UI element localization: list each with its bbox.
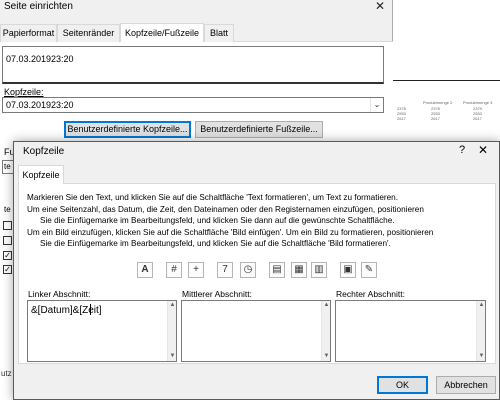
center-section-label: Mittlerer Abschnitt: bbox=[182, 289, 252, 299]
header-dialog-tabbar: Kopfzeile bbox=[18, 165, 496, 184]
center-section-editor[interactable] bbox=[181, 300, 331, 362]
scroll-down-icon[interactable]: ▼ bbox=[477, 352, 486, 361]
sheet-header: Produktmenge 3 bbox=[463, 100, 493, 105]
scroll-down-icon[interactable]: ▼ bbox=[322, 352, 331, 361]
instruction-line: Sie die Einfügemarke im Bearbeitungsfeld… bbox=[40, 239, 391, 248]
right-section-scrollbar[interactable]: ▲ ▼ bbox=[476, 301, 485, 361]
left-section-label: Linker Abschnitt: bbox=[28, 289, 91, 299]
tab-kopfzeile[interactable]: Kopfzeile bbox=[18, 165, 64, 184]
tab-blatt[interactable]: Blatt bbox=[204, 24, 234, 42]
kopfzeile-label: Kopfzeile: bbox=[4, 87, 44, 97]
close-icon[interactable]: ✕ bbox=[474, 143, 492, 157]
back-dialog-text-partial: utz bbox=[1, 369, 12, 378]
fusszeile-select-text-partial: te bbox=[4, 162, 11, 171]
option-checkbox[interactable] bbox=[3, 236, 12, 245]
sheet-cell: 2617 bbox=[473, 116, 482, 121]
custom-footer-button[interactable]: Benutzerdefinierte Fußzeile... bbox=[195, 121, 323, 138]
scroll-down-icon[interactable]: ▼ bbox=[168, 352, 177, 361]
tab-kopfzeile-fusszeile[interactable]: Kopfzeile/Fußzeile bbox=[120, 23, 204, 42]
center-section-scrollbar[interactable]: ▲ ▼ bbox=[321, 301, 330, 361]
format-picture-icon[interactable]: ✎ bbox=[361, 262, 377, 278]
page-number-icon[interactable]: # bbox=[166, 262, 182, 278]
format-text-icon[interactable]: A bbox=[137, 262, 153, 278]
option-text-partial: te bbox=[4, 205, 11, 214]
option-checkbox[interactable]: ✓ bbox=[3, 265, 12, 274]
custom-header-button[interactable]: Benutzerdefinierte Kopfzeile... bbox=[64, 121, 191, 138]
page-preview-background: Produktmenge 2 Produktmenge 3 2378 2378 … bbox=[393, 80, 500, 140]
scroll-up-icon[interactable]: ▲ bbox=[477, 301, 486, 310]
sheet-name-icon[interactable]: ▥ bbox=[311, 262, 327, 278]
page-setup-tabbar: Papierformat Seitenränder Kopfzeile/Fußz… bbox=[0, 23, 393, 42]
instruction-line: Sie die Einfügemarke im Bearbeitungsfeld… bbox=[40, 216, 395, 225]
close-icon[interactable]: ✕ bbox=[368, 0, 392, 14]
header-preview-text: 07.03.201923:20 bbox=[6, 54, 74, 64]
file-path-icon[interactable]: ▤ bbox=[269, 262, 285, 278]
text-cursor bbox=[90, 304, 91, 315]
instruction-line: Um eine Seitenzahl, das Datum, die Zeit,… bbox=[27, 205, 424, 214]
instruction-line: Um ein Bild einzufügen, klicken Sie auf … bbox=[27, 228, 434, 237]
page-count-icon[interactable]: + bbox=[188, 262, 204, 278]
date-icon[interactable]: 7 bbox=[217, 262, 233, 278]
chevron-down-icon[interactable]: ⌄ bbox=[370, 98, 383, 112]
ok-button[interactable]: OK bbox=[377, 376, 428, 394]
scroll-up-icon[interactable]: ▲ bbox=[168, 301, 177, 310]
kopfzeile-select-value: 07.03.201923:20 bbox=[6, 100, 74, 110]
right-section-label: Rechter Abschnitt: bbox=[336, 289, 405, 299]
page-preview-rule bbox=[393, 80, 500, 81]
help-icon[interactable]: ? bbox=[455, 144, 469, 156]
sheet-cell: 2617 bbox=[397, 116, 406, 121]
cancel-button[interactable]: Abbrechen bbox=[436, 376, 496, 394]
page-setup-title: Seite einrichten bbox=[4, 1, 73, 12]
sheet-cell: 2617 bbox=[431, 116, 440, 121]
insert-picture-icon[interactable]: ▣ bbox=[340, 262, 356, 278]
file-name-icon[interactable]: ▦ bbox=[291, 262, 307, 278]
right-section-editor[interactable] bbox=[335, 300, 486, 362]
header-preview-box bbox=[2, 46, 384, 84]
header-dialog-title: Kopfzeile bbox=[23, 146, 65, 157]
tab-papierformat[interactable]: Papierformat bbox=[0, 24, 57, 42]
left-section-scrollbar[interactable]: ▲ ▼ bbox=[167, 301, 176, 361]
sheet-header: Produktmenge 2 bbox=[423, 100, 453, 105]
time-icon[interactable]: ◷ bbox=[240, 262, 256, 278]
scroll-up-icon[interactable]: ▲ bbox=[322, 301, 331, 310]
option-checkbox[interactable]: ✓ bbox=[3, 251, 12, 260]
option-checkbox[interactable] bbox=[3, 221, 12, 230]
tab-seitenraender[interactable]: Seitenränder bbox=[57, 24, 120, 42]
instruction-line: Markieren Sie den Text, und klicken Sie … bbox=[27, 193, 398, 202]
